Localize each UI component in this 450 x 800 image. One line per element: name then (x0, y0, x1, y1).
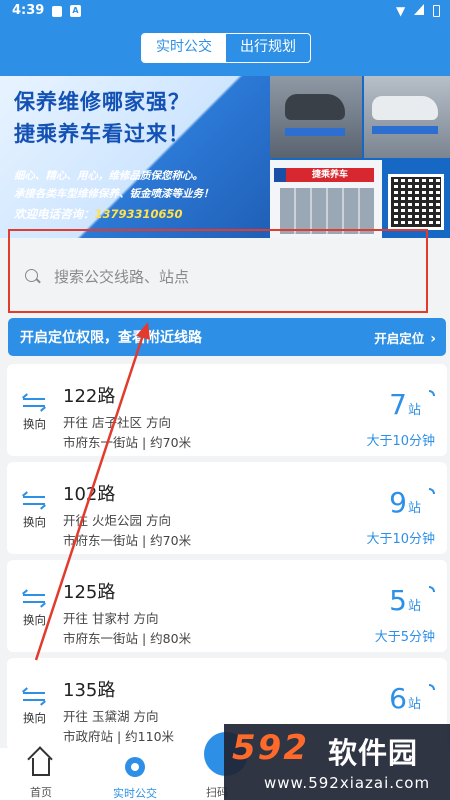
annotation-highlight-box (8, 229, 428, 313)
watermark: 592 软件园 www.592xiazai.com (224, 724, 450, 800)
route-card[interactable]: 换向 102路 开往 火炬公园 方向 市府东一街站 | 约70米 9站 大于10… (7, 462, 447, 554)
enable-location-label: 开启定位 (374, 331, 425, 346)
banner-line-3: 欢迎电话咨询：13793310650 (14, 206, 183, 222)
car-image-2 (372, 96, 438, 120)
banner-phone-prefix: 欢迎电话咨询： (14, 207, 95, 221)
stops-count: 7 (389, 388, 407, 421)
shop-door (280, 188, 374, 234)
swap-label: 换向 (23, 711, 46, 725)
realtime-signal-icon (429, 684, 435, 690)
location-message: 开启定位权限，查看附近线路 (20, 330, 202, 346)
eta-time: 大于10分钟 (366, 434, 435, 449)
route-stop: 市府东一街站 | 约70米 (63, 435, 192, 450)
banner-line-1: 细心、精心、用心，维修品质保您称心。 (14, 170, 203, 182)
nav-home[interactable]: 首页 (0, 748, 86, 800)
eta-time: 大于5分钟 (374, 630, 435, 645)
swap-label: 换向 (23, 417, 46, 431)
enable-location-button[interactable]: 开启定位 › (374, 328, 436, 347)
watermark-logo: 592 (232, 728, 309, 768)
notification-icon (52, 6, 62, 17)
stops-unit: 站 (407, 697, 421, 712)
banner-line-2: 承接各类车型维修保养、钣金喷漆等业务！ (14, 188, 214, 200)
battery-icon (433, 5, 440, 17)
swap-label: 换向 (23, 613, 46, 627)
location-permission-bar[interactable]: 开启定位权限，查看附近线路 开启定位 › (8, 318, 446, 356)
route-direction: 开往 火炬公园 方向 (63, 513, 171, 528)
stops-count: 9 (389, 486, 407, 519)
realtime-signal-icon (429, 488, 435, 494)
nav-realtime-bus[interactable]: 实时公交 (90, 748, 180, 800)
route-name: 125路 (63, 582, 116, 603)
shop-logo-icon (274, 168, 286, 182)
stops-unit: 站 (407, 501, 421, 516)
home-icon (32, 758, 50, 776)
route-name: 122路 (63, 386, 116, 407)
swap-label: 换向 (23, 515, 46, 529)
route-direction: 开往 玉黛湖 方向 (63, 709, 159, 724)
eta-time: 大于10分钟 (366, 532, 435, 547)
lift-image-2 (372, 126, 438, 134)
swap-direction-icon[interactable] (23, 492, 47, 508)
route-card[interactable]: 换向 125路 开往 甘家村 方向 市府东一街站 | 约80米 5站 大于5分钟 (7, 560, 447, 652)
tab-trip-planning[interactable]: 出行规划 (226, 34, 310, 62)
route-stop: 市政府站 | 约110米 (63, 729, 175, 744)
shop-sign: 捷乘养车 (286, 168, 374, 182)
wifi-icon: ▼ (396, 4, 406, 18)
notification-a-icon: A (70, 5, 81, 17)
qr-code (388, 174, 444, 230)
ad-banner[interactable]: 保养维修哪家强？ 捷乘养车看过来！ 细心、精心、用心，维修品质保您称心。 承接各… (0, 76, 450, 238)
stops-away: 9站 (389, 486, 421, 519)
route-direction: 开往 店子社区 方向 (63, 415, 171, 430)
swap-direction-icon[interactable] (23, 590, 47, 606)
car-image-1 (285, 94, 345, 120)
route-card[interactable]: 换向 122路 开往 店子社区 方向 市府东一街站 | 约70米 7站 大于10… (7, 364, 447, 456)
mode-tabs: 实时公交 出行规划 (141, 33, 311, 63)
status-bar: 4:39 A ▼ (0, 0, 450, 24)
stops-count: 5 (389, 584, 407, 617)
watermark-url: www.592xiazai.com (264, 774, 431, 792)
nav-realtime-label: 实时公交 (113, 787, 157, 800)
chevron-right-icon: › (430, 331, 436, 347)
realtime-signal-icon (429, 390, 435, 396)
lift-image-1 (285, 128, 345, 136)
tab-realtime-bus[interactable]: 实时公交 (142, 34, 226, 62)
stops-unit: 站 (407, 403, 421, 418)
watermark-title: 软件园 (328, 736, 419, 770)
banner-phone: 13793310650 (94, 207, 183, 221)
route-name: 135路 (63, 680, 116, 701)
banner-headline-1: 保养维修哪家强？ (14, 90, 190, 114)
status-time: 4:39 (12, 3, 45, 18)
bus-icon (125, 757, 145, 777)
route-stop: 市府东一街站 | 约80米 (63, 631, 192, 646)
stops-away: 6站 (389, 682, 421, 715)
route-stop: 市府东一街站 | 约70米 (63, 533, 192, 548)
route-direction: 开往 甘家村 方向 (63, 611, 159, 626)
swap-direction-icon[interactable] (23, 688, 47, 704)
stops-count: 6 (389, 682, 407, 715)
realtime-signal-icon (429, 586, 435, 592)
stops-away: 5站 (389, 584, 421, 617)
swap-direction-icon[interactable] (23, 394, 47, 410)
route-name: 102路 (63, 484, 116, 505)
signal-icon (414, 4, 424, 15)
banner-headline-2: 捷乘养车看过来！ (14, 122, 190, 146)
stops-away: 7站 (389, 388, 421, 421)
stops-unit: 站 (407, 599, 421, 614)
nav-home-label: 首页 (30, 786, 52, 799)
